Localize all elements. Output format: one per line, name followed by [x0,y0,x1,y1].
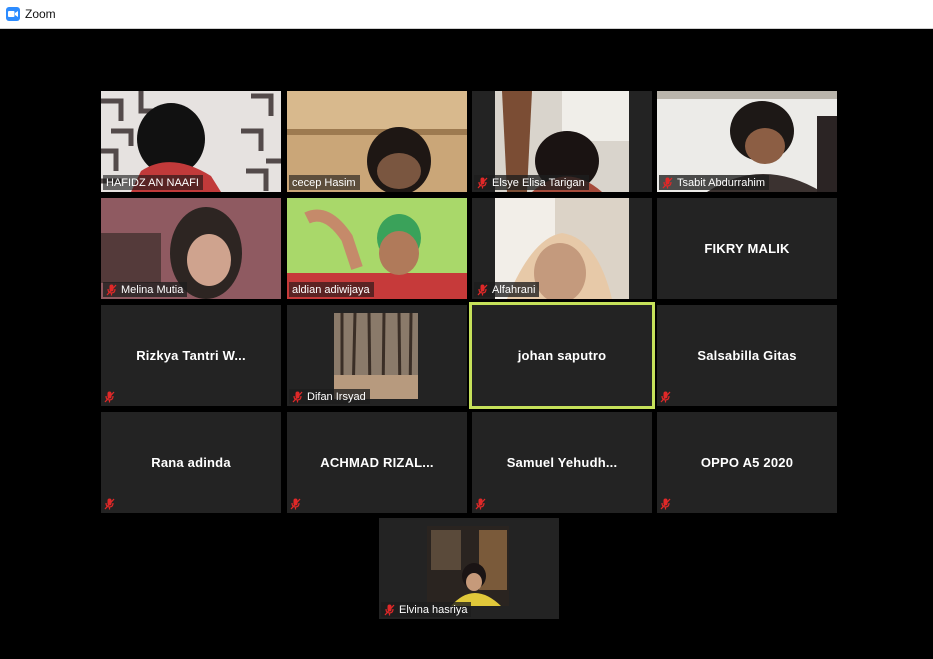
participant-name-tag: Tsabit Abdurrahim [659,175,770,190]
participant-name-tag: HAFIDZ AN NAAFI [103,175,203,190]
window-titlebar: Zoom [0,0,933,29]
participant-name: Elsye Elisa Tarigan [492,176,585,189]
participant-tile[interactable]: OPPO A5 2020 [657,412,837,513]
mute-icon [290,498,301,510]
participant-name: Alfahrani [492,283,536,296]
participant-name: cecep Hasim [292,176,356,189]
participant-tile[interactable]: Elsye Elisa Tarigan [472,91,652,192]
participant-name: Samuel Yehudh... [506,455,618,470]
participant-tile[interactable]: Melina Mutia [101,198,281,299]
participant-name-tag: Elvina hasriya [381,602,472,617]
participant-name-tag: Melina Mutia [103,282,188,297]
participant-tile[interactable]: Rana adinda [101,412,281,513]
participant-name: Elvina hasriya [399,603,468,616]
participant-name-tag: Elsye Elisa Tarigan [474,175,589,190]
participant-tile[interactable]: Tsabit Abdurrahim [657,91,837,192]
zoom-app-icon [6,7,20,21]
participant-name: Melina Mutia [121,283,184,296]
participant-tile[interactable]: HAFIDZ AN NAAFI [101,91,281,192]
mute-icon [477,284,488,295]
participant-name-tag: cecep Hasim [289,175,360,190]
mute-icon [660,498,671,510]
mute-icon [106,284,117,295]
mute-icon [475,498,486,510]
participant-tile[interactable]: FIKRY MALIK [657,198,837,299]
participant-tile[interactable]: Salsabilla Gitas [657,305,837,406]
participant-name: aldian adiwijaya [292,283,370,296]
participant-tile[interactable]: ACHMAD RIZAL... [287,412,467,513]
participant-tile[interactable]: aldian adiwijaya [287,198,467,299]
participant-tile[interactable]: Difan Irsyad [287,305,467,406]
participant-name-tag: Alfahrani [474,282,540,297]
mute-icon [104,391,115,403]
participant-name: Salsabilla Gitas [697,348,797,363]
participant-tile[interactable]: cecep Hasim [287,91,467,192]
participant-name: Difan Irsyad [307,390,366,403]
participant-name: FIKRY MALIK [704,241,790,256]
mute-icon [292,391,303,402]
gallery-view: HAFIDZ AN NAAFI cecep Hasim Elsye Elisa … [0,29,933,659]
participant-tile[interactable]: Alfahrani [472,198,652,299]
participant-name: ACHMAD RIZAL... [320,455,434,470]
participant-name: OPPO A5 2020 [700,455,794,470]
window-title: Zoom [25,7,56,21]
participant-name: HAFIDZ AN NAAFI [106,176,199,189]
participant-name: Tsabit Abdurrahim [677,176,766,189]
participant-tile[interactable]: Rizkya Tantri W... [101,305,281,406]
participant-name: johan saputro [517,348,607,363]
mute-icon [662,177,673,188]
mute-icon [104,498,115,510]
mute-icon [477,177,488,188]
participant-name: Rizkya Tantri W... [136,348,246,363]
mute-icon [660,391,671,403]
participant-tile[interactable]: Elvina hasriya [379,518,559,619]
participant-tile-active-speaker[interactable]: johan saputro [469,302,655,409]
mute-icon [384,604,395,615]
participant-tile[interactable]: Samuel Yehudh... [472,412,652,513]
participant-name-tag: Difan Irsyad [289,389,370,404]
participant-name-tag: aldian adiwijaya [289,282,374,297]
participant-name: Rana adinda [151,455,231,470]
